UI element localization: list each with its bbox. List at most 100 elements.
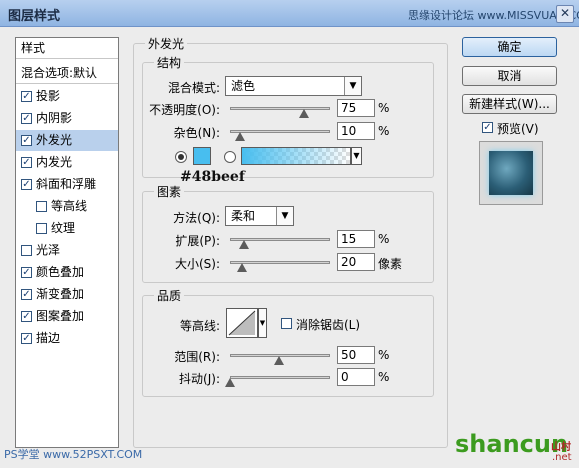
quality-legend: 品质 <box>154 287 185 304</box>
range-label: 范围(R): <box>174 350 220 364</box>
style-item-label: 投影 <box>36 89 61 103</box>
preview-thumbnail-frame <box>479 141 543 205</box>
range-input[interactable]: 50 <box>337 346 375 364</box>
style-list: 样式 混合选项:默认 ✓ 投影 ✓ 内阴影 ✓ 外发光 ✓ 内发光 ✓ 斜面和浮… <box>15 37 119 448</box>
inner-shadow-checkbox[interactable]: ✓ <box>21 113 32 124</box>
jitter-unit: % <box>378 370 390 384</box>
gradient-dropdown-arrow[interactable]: ▼ <box>351 147 362 165</box>
bevel-emboss-checkbox[interactable]: ✓ <box>21 179 32 190</box>
contour-label: 等高线: <box>179 319 220 333</box>
opacity-slider-thumb[interactable] <box>299 109 309 118</box>
technique-label: 方法(Q): <box>173 211 220 225</box>
noise-unit: % <box>378 124 390 138</box>
size-label: 大小(S): <box>174 257 220 271</box>
blend-mode-label: 混合模式: <box>167 81 220 95</box>
ok-button[interactable]: 确定 <box>462 37 557 57</box>
size-slider-thumb[interactable] <box>237 263 247 272</box>
opacity-slider-track[interactable] <box>230 107 330 110</box>
drop-shadow-checkbox[interactable]: ✓ <box>21 91 32 102</box>
style-item-label: 图案叠加 <box>36 309 85 323</box>
chevron-down-icon: ▼ <box>276 207 293 225</box>
style-item-inner-glow[interactable]: ✓ 内发光 <box>16 152 118 173</box>
spread-label: 扩展(P): <box>175 234 220 248</box>
style-item-inner-shadow[interactable]: ✓ 内阴影 <box>16 108 118 129</box>
jitter-slider-thumb[interactable] <box>225 378 235 387</box>
range-unit: % <box>378 348 390 362</box>
solid-color-radio[interactable] <box>175 151 187 163</box>
noise-slider-track[interactable] <box>230 130 330 133</box>
size-input[interactable]: 20 <box>337 253 375 271</box>
technique-select[interactable]: 柔和 ▼ <box>225 206 294 226</box>
gradient-radio[interactable] <box>224 151 236 163</box>
bottom-left-watermark: PS学堂 www.52PSXT.COM <box>4 448 143 461</box>
styles-header[interactable]: 样式 <box>16 38 118 59</box>
outer-glow-title: 外发光 <box>145 35 188 52</box>
style-item-pattern-overlay[interactable]: ✓ 图案叠加 <box>16 306 118 327</box>
opacity-unit: % <box>378 101 390 115</box>
contour-picker[interactable] <box>226 308 258 338</box>
color-hex-annotation: #48beef <box>180 169 245 185</box>
range-slider-thumb[interactable] <box>274 356 284 365</box>
jitter-slider-track[interactable] <box>230 376 330 379</box>
texture-checkbox[interactable] <box>36 223 47 234</box>
contour-dropdown-arrow[interactable]: ▼ <box>258 308 267 338</box>
style-item-label: 外发光 <box>36 133 73 147</box>
style-item-outer-glow[interactable]: ✓ 外发光 <box>16 130 118 151</box>
style-item-contour[interactable]: 等高线 <box>16 196 118 217</box>
jitter-input[interactable]: 0 <box>337 368 375 386</box>
chevron-down-icon: ▼ <box>344 77 361 95</box>
style-item-label: 内发光 <box>36 155 73 169</box>
style-item-label: 光泽 <box>36 243 61 257</box>
style-item-label: 颜色叠加 <box>36 265 85 279</box>
gradient-overlay-checkbox[interactable]: ✓ <box>21 289 32 300</box>
antialias-checkbox[interactable] <box>281 318 292 329</box>
cancel-button[interactable]: 取消 <box>462 66 557 86</box>
style-item-label: 斜面和浮雕 <box>36 177 97 191</box>
top-watermark: 思缘设计论坛 www.MISSVUAN.COM <box>408 9 579 22</box>
style-item-label: 纹理 <box>51 221 76 235</box>
noise-input[interactable]: 10 <box>337 122 375 140</box>
new-style-button[interactable]: 新建样式(W)... <box>462 94 557 114</box>
structure-legend: 结构 <box>154 54 185 71</box>
inner-glow-checkbox[interactable]: ✓ <box>21 157 32 168</box>
blend-mode-select[interactable]: 滤色 ▼ <box>225 76 362 96</box>
preview-thumbnail-image <box>489 151 533 195</box>
style-item-color-overlay[interactable]: ✓ 颜色叠加 <box>16 262 118 283</box>
size-unit: 像素 <box>378 257 403 271</box>
contour-checkbox[interactable] <box>36 201 47 212</box>
style-item-satin[interactable]: 光泽 <box>16 240 118 261</box>
style-item-label: 渐变叠加 <box>36 287 85 301</box>
preview-label: 预览(V) <box>497 122 539 136</box>
style-item-drop-shadow[interactable]: ✓ 投影 <box>16 86 118 107</box>
blend-options-item[interactable]: 混合选项:默认 <box>16 63 118 84</box>
bottom-right-logo-chinese: 山村 <box>551 442 571 453</box>
style-item-texture[interactable]: 纹理 <box>16 218 118 239</box>
window-title: 图层样式 <box>8 9 61 24</box>
style-item-stroke[interactable]: ✓ 描边 <box>16 328 118 349</box>
spread-slider-thumb[interactable] <box>239 240 249 249</box>
opacity-label: 不透明度(O): <box>149 103 220 117</box>
glow-color-swatch[interactable] <box>193 147 211 165</box>
stroke-checkbox[interactable]: ✓ <box>21 333 32 344</box>
style-item-label: 等高线 <box>51 199 88 213</box>
noise-label: 杂色(N): <box>173 126 220 140</box>
style-item-label: 描边 <box>36 331 61 345</box>
pattern-overlay-checkbox[interactable]: ✓ <box>21 311 32 322</box>
contour-linear-icon <box>228 310 256 336</box>
style-item-bevel-emboss[interactable]: ✓ 斜面和浮雕 <box>16 174 118 195</box>
satin-checkbox[interactable] <box>21 245 32 256</box>
bottom-right-logo-domain: .net <box>552 452 572 463</box>
style-item-gradient-overlay[interactable]: ✓ 渐变叠加 <box>16 284 118 305</box>
spread-unit: % <box>378 232 390 246</box>
color-overlay-checkbox[interactable]: ✓ <box>21 267 32 278</box>
opacity-input[interactable]: 75 <box>337 99 375 117</box>
antialias-label: 消除锯齿(L) <box>296 318 361 332</box>
jitter-label: 抖动(J): <box>179 372 220 386</box>
glow-gradient-swatch[interactable] <box>241 147 351 165</box>
preview-checkbox[interactable]: ✓ <box>482 122 493 133</box>
noise-slider-thumb[interactable] <box>235 132 245 141</box>
style-item-label: 内阴影 <box>36 111 73 125</box>
outer-glow-checkbox[interactable]: ✓ <box>21 135 32 146</box>
close-button[interactable]: ✕ <box>556 5 574 23</box>
spread-input[interactable]: 15 <box>337 230 375 248</box>
